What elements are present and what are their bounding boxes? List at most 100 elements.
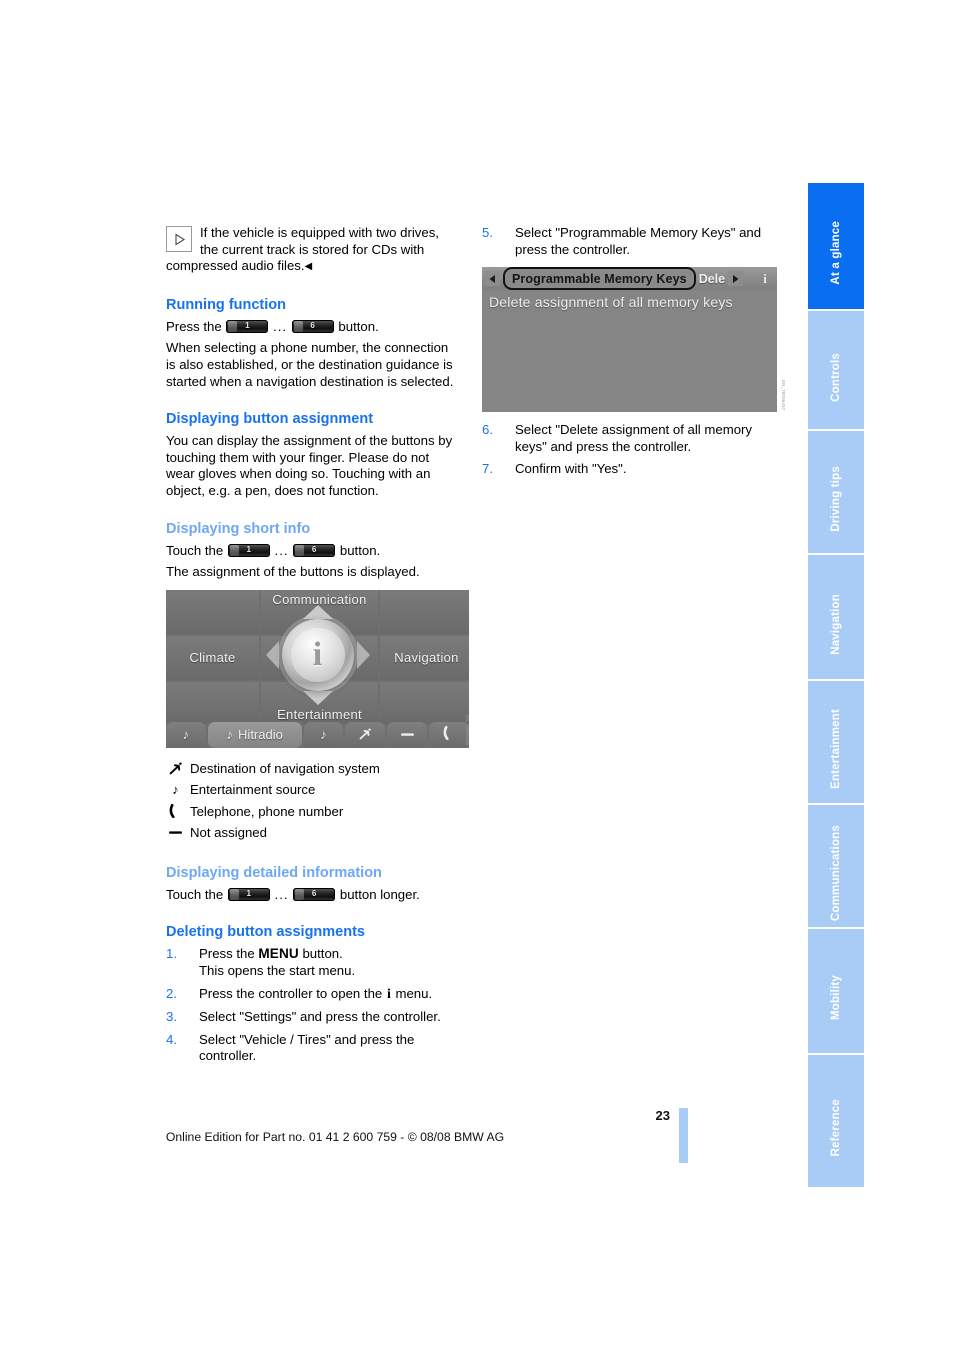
index-tab-navigation[interactable]: Navigation [808,555,864,679]
menu-row-delete-assignment[interactable]: Delete assignment of all memory keys [489,294,733,310]
memory-key-6-icon: 6 [293,543,336,557]
list-item: 2. Press the controller to open the i me… [166,986,458,1004]
short-info-body: The assignment of the buttons is display… [166,564,420,580]
step-number: 7. [482,461,493,477]
step-text: Select "Vehicle / Tires" and press the c… [199,1031,415,1064]
music-note-icon: ♪ [172,781,179,797]
subheading-displaying-short-info: Displaying short info [166,520,311,537]
step-text-part: Press the [199,946,259,962]
index-tab-label: Mobility [830,975,842,1021]
tab-delete[interactable]: Dele [699,272,725,286]
main-menu-grid: Communication Climate Navigation Enterta… [166,589,469,724]
memory-key-6-icon: 6 [293,887,336,901]
step-text: Select "Programmable Memory Keys" and pr… [515,225,762,257]
steps-bottom-list: 6. Select "Delete assignment of all memo… [482,422,774,478]
index-tab-driving-tips[interactable]: Driving tips [808,431,864,553]
page-number: 23 [655,1108,670,1123]
memory-button-2: ♪ Hitradio [207,721,302,748]
note-block: If the vehicle is equipped with two driv… [166,225,458,276]
menu-cell-center [261,635,378,680]
step-number: 2. [166,985,177,1001]
short-info-touch-line: Touch the 1 ... 6 button. [166,543,458,560]
idrive-memory-keys-screen: Programmable Memory Keys Dele i Delete a… [482,267,777,413]
chevron-right-icon[interactable] [728,271,744,287]
legend-label: Telephone, phone number [190,803,344,819]
play-triangle-icon [166,226,192,252]
menu-button-label: MENU [258,946,299,962]
telephone-icon [167,801,184,822]
list-item: Not assigned [166,822,458,844]
list-item: 4. Select "Vehicle / Tires" and press th… [166,1032,458,1065]
telephone-icon [443,726,456,743]
info-i-button[interactable]: i [756,270,774,288]
figure-main-menu: Communication Climate Navigation Enterta… [166,589,470,748]
note-end-mark: ◀ [304,261,313,273]
running-function-body: When selecting a phone number, the conne… [166,340,454,389]
menu-cell-entertainment: Entertainment [261,681,378,724]
index-tab-label: Navigation [830,593,842,655]
heading-deleting-button-assignments: Deleting button assignments [166,924,365,941]
memory-key-6-icon: 6 [291,319,334,333]
index-tab-label: At a glance [830,221,842,285]
index-tab-controls[interactable]: Controls [808,311,864,429]
figure-reference-code: EN_70096436 [465,715,470,746]
step-subline: This opens the start menu. [199,962,356,978]
list-item: Telephone, phone number [166,801,458,823]
menu-cell-top-right [380,589,469,634]
index-tab-entertainment[interactable]: Entertainment [808,681,864,803]
heading-displaying-button-assignment: Displaying button assignment [166,411,374,428]
menu-cell-top-left [166,589,259,634]
list-item: 1. Press the MENU button. This opens the… [166,946,458,979]
manual-page: If the vehicle is equipped with two driv… [0,0,954,1350]
key-range-ellipsis: ... [274,542,289,558]
memory-button-2-label: Hitradio [238,727,283,743]
step-number: 1. [166,946,177,962]
page-footer: 23 Online Edition for Part no. 01 41 2 6… [0,1108,954,1168]
step-number: 6. [482,422,493,438]
key-range-ellipsis: ... [273,318,288,334]
index-tab-communications[interactable]: Communications [808,805,864,927]
footer-accent-bar [679,1108,688,1163]
memory-button-6 [429,721,469,748]
step-text-part: menu. [391,985,433,1001]
legend-label: Destination of navigation system [190,760,380,776]
memory-key-1-icon: 1 [227,887,270,901]
index-tab-mobility[interactable]: Mobility [808,929,864,1053]
step-text-part: Press the controller to open the [199,985,386,1001]
navigation-arrow-icon [167,758,184,779]
note-text: If the vehicle is equipped with two driv… [166,225,439,274]
tab-label: Programmable Memory Keys [512,271,687,286]
step-text-part: button. [298,946,343,962]
chevron-left-icon[interactable] [485,271,500,287]
index-tab-label: Communications [830,824,842,922]
step-number: 3. [166,1009,177,1025]
navigation-arrow-icon [359,727,372,743]
list-item: 6. Select "Delete assignment of all memo… [482,422,774,455]
index-tab-label: Driving tips [830,466,842,532]
memory-button-5 [387,721,428,748]
step-number: 4. [166,1031,177,1047]
step-number: 5. [482,225,493,240]
memory-button-1: ♪ [166,721,206,748]
detailed-info-touch-line: Touch the 1 ... 6 button longer. [166,887,458,904]
steps-top-list: 5. Select "Programmable Memory Keys" and… [482,225,774,258]
step-text: Select "Delete assignment of all memory … [515,422,753,454]
dash-icon [400,727,415,742]
memory-key-1-icon: 1 [227,543,270,557]
index-tab-at-a-glance[interactable]: At a glance [808,183,864,309]
tab-programmable-memory-keys[interactable]: Programmable Memory Keys [503,267,696,291]
legend-label: Entertainment source [190,782,316,798]
touch-suffix: button. [339,542,381,558]
music-note-icon: ♪ [182,727,190,743]
menu-cell-navigation: Navigation [380,635,469,680]
index-tab-strip: At a glance Controls Driving tips Naviga… [808,183,864,1189]
subheading-displaying-detailed-information: Displaying detailed information [166,864,382,881]
dash-icon [167,822,184,843]
menu-cell-bottom-right [380,681,469,724]
memory-keys-tab-bar: Programmable Memory Keys Dele i [482,267,777,291]
index-tab-label: Entertainment [830,709,842,789]
deleting-steps-list: 1. Press the MENU button. This opens the… [166,946,458,1065]
memory-keys-bar: ♪ ♪ Hitradio ♪ [166,721,469,748]
right-text-column: 5. Select "Programmable Memory Keys" and… [482,225,786,484]
running-function-press-line: Press the 1 ... 6 button. [166,319,458,336]
